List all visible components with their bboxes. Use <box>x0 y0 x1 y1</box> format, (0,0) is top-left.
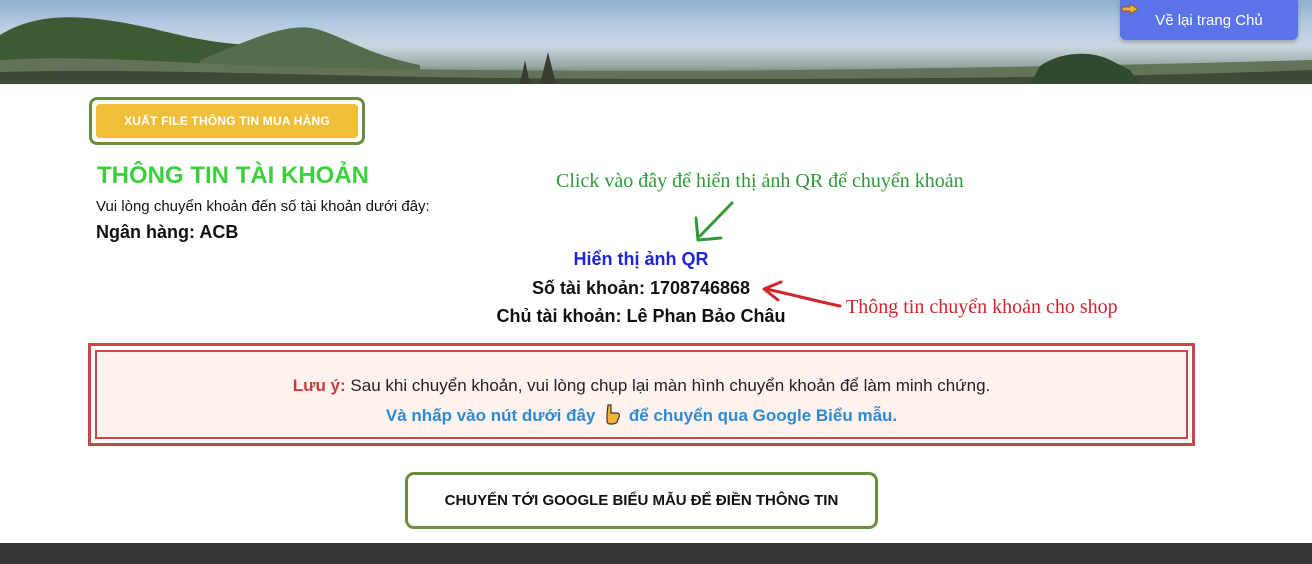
payment-note-box: Lưu ý: Sau khi chuyển khoản, vui lòng ch… <box>88 343 1195 446</box>
green-arrow-icon <box>694 201 734 242</box>
payment-note-inner: Lưu ý: Sau khi chuyển khoản, vui lòng ch… <box>95 350 1188 439</box>
footer-bar <box>0 543 1312 564</box>
note-label: Lưu ý: <box>292 376 346 395</box>
note-text: Sau khi chuyển khoản, vui lòng chụp lại … <box>350 376 991 395</box>
note-line2-after: để chuyển qua Google Biểu mẫu. <box>628 406 898 425</box>
note-line-2: Và nhấp vào nút dưới đây để chuyển qua G… <box>97 403 1186 426</box>
google-form-button[interactable]: CHUYỂN TỚI GOOGLE BIỂU MẪU ĐỂ ĐIỀN THÔNG… <box>405 472 878 529</box>
note-line2-before: Và nhấp vào nút dưới đây <box>385 406 596 425</box>
pointing-down-hand-icon <box>606 404 621 425</box>
note-line-1: Lưu ý: Sau khi chuyển khoản, vui lòng ch… <box>97 376 1186 396</box>
red-arrow-icon <box>762 280 842 308</box>
